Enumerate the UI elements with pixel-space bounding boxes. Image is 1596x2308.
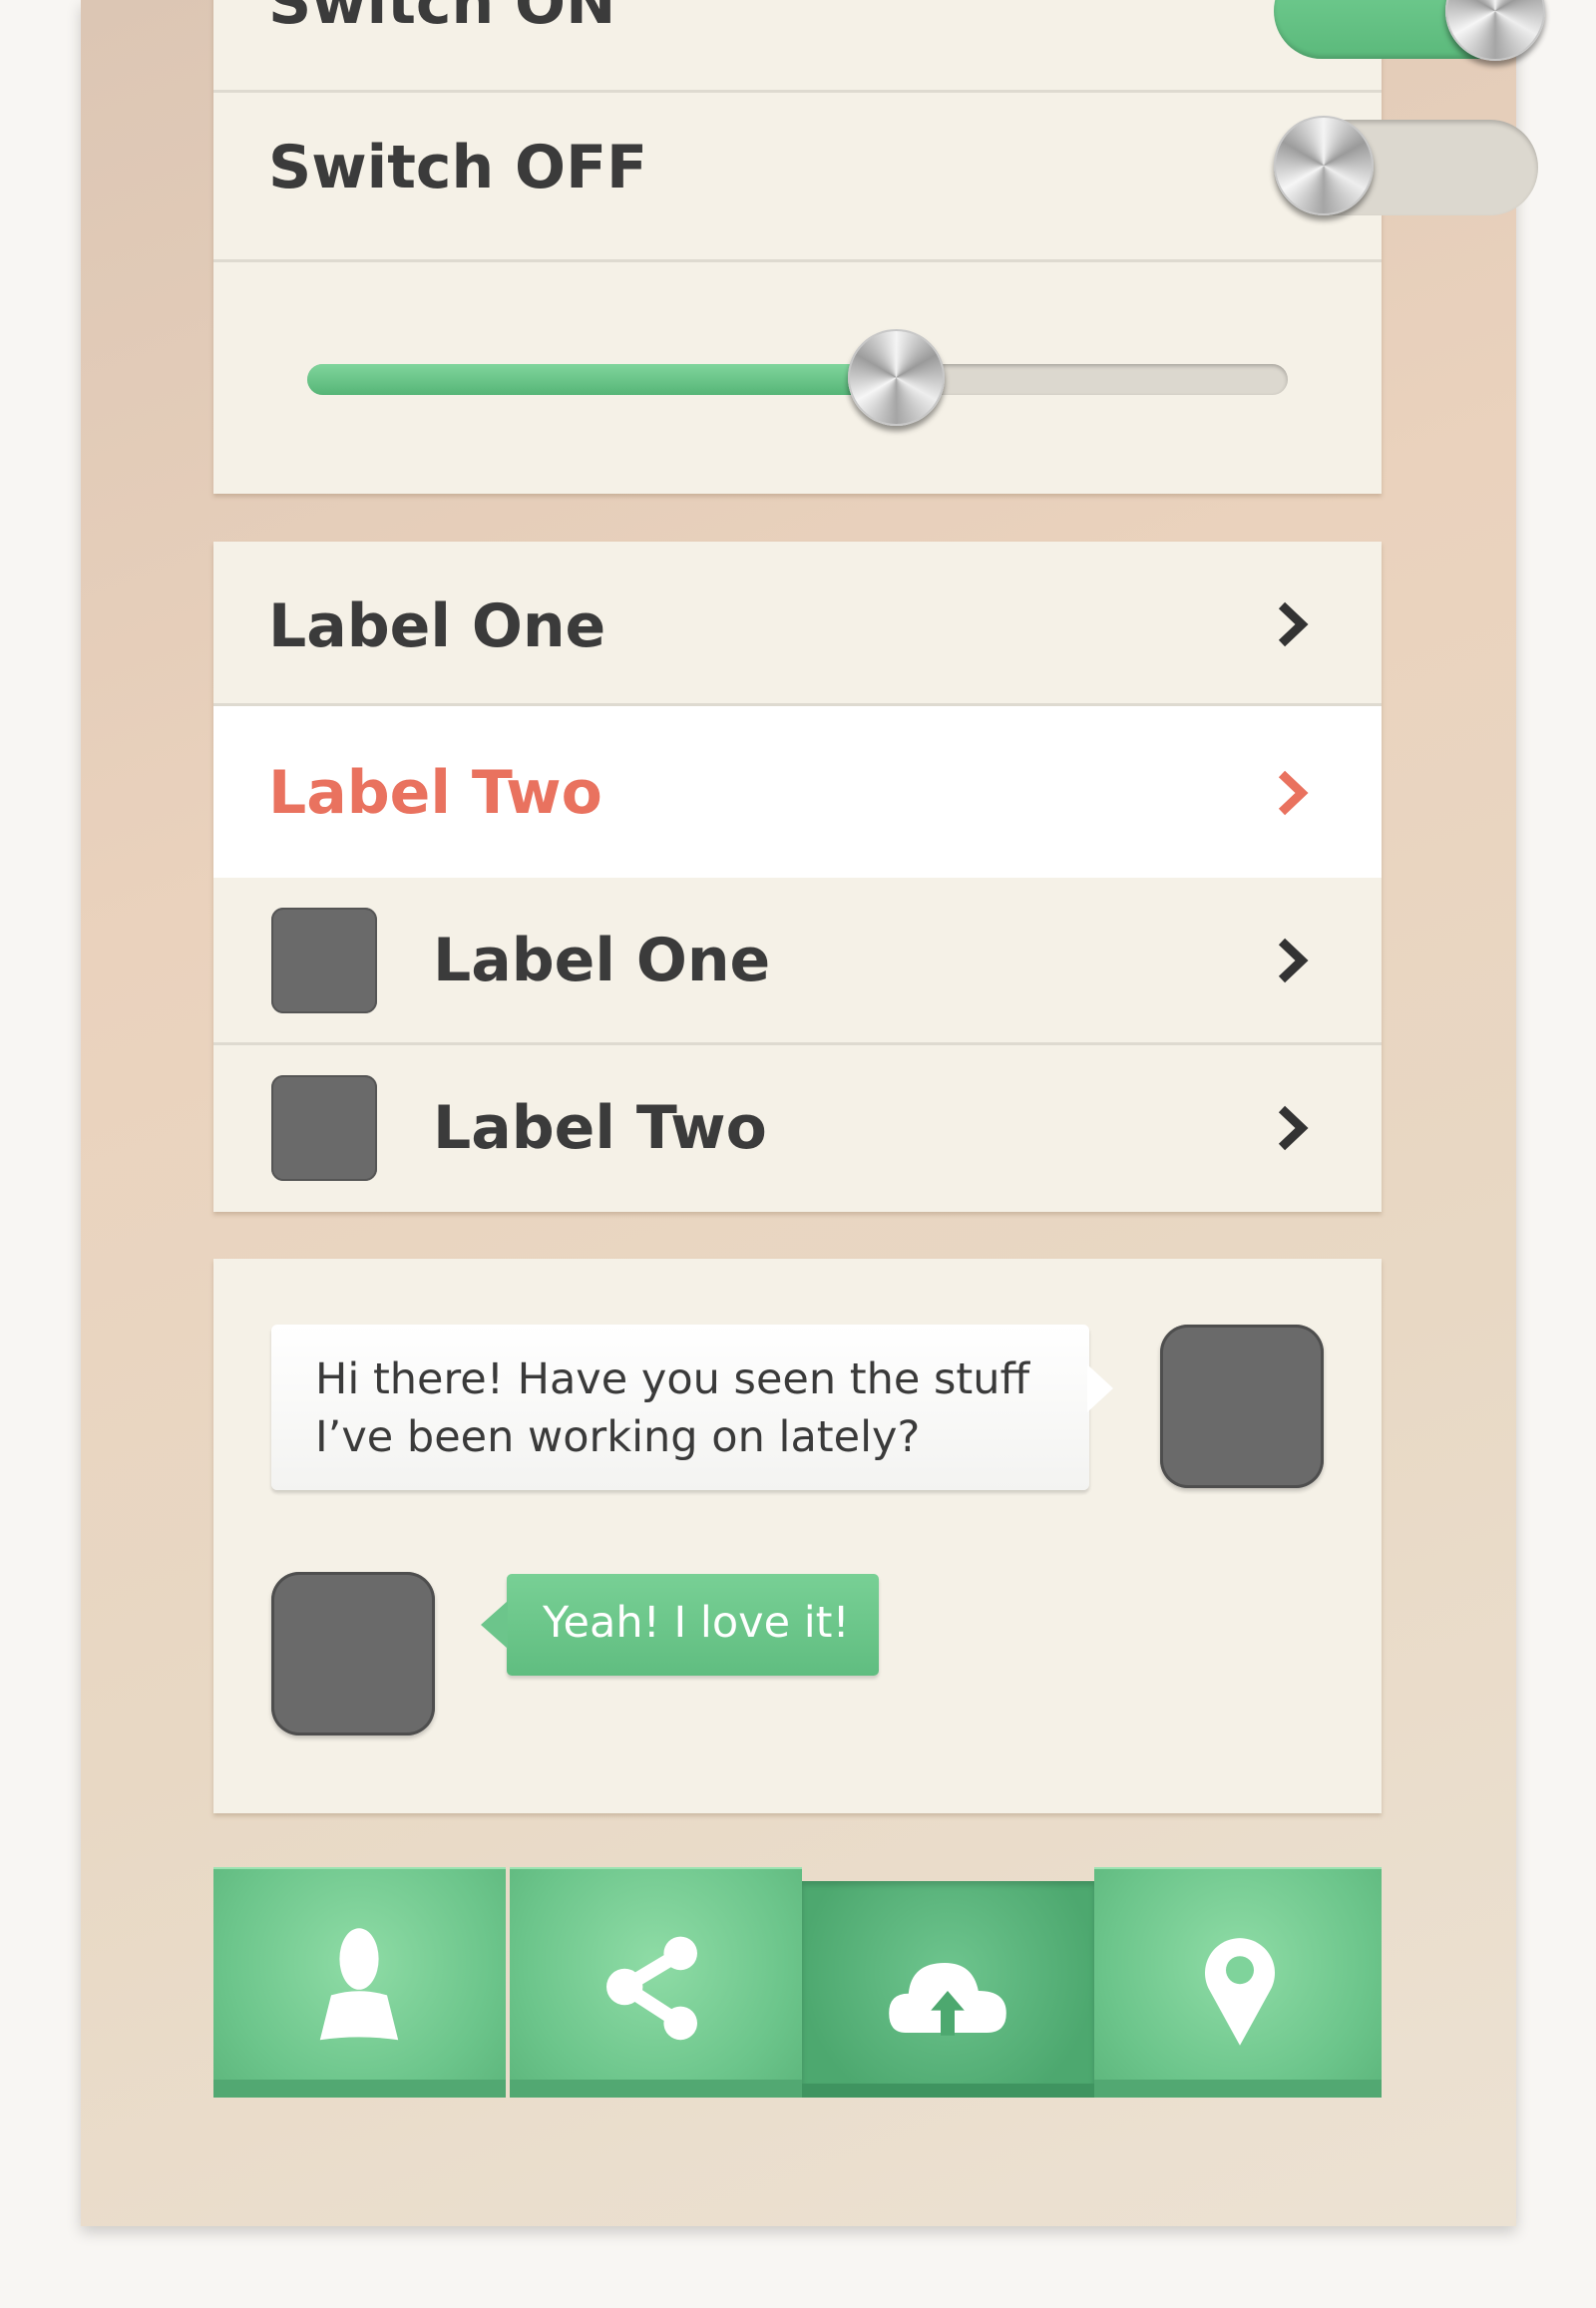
thumbnail (271, 908, 377, 1013)
chat-card: Hi there! Have you seen the stuff I’ve b… (213, 1259, 1382, 1813)
switch-on-toggle[interactable] (1274, 0, 1545, 61)
location-pin-icon (1205, 1938, 1275, 2046)
tab-location[interactable] (1094, 1867, 1382, 2098)
list-item-label: Label Two (433, 1093, 767, 1163)
list-item-selected[interactable]: Label Two (213, 706, 1382, 878)
list-item[interactable]: Label Two (213, 1045, 1382, 1212)
switch-on-label: Switch ON (268, 0, 616, 38)
toggle-knob[interactable] (1274, 116, 1374, 215)
tab-upload[interactable] (802, 1881, 1094, 2098)
thumbnail (271, 1075, 377, 1181)
tab-profile[interactable] (213, 1867, 506, 2098)
switch-off-label: Switch OFF (268, 133, 648, 202)
chevron-right-icon (1278, 1105, 1309, 1151)
bubble-tail (481, 1601, 508, 1649)
toggle-knob[interactable] (1445, 0, 1545, 61)
switch-off-row: Switch OFF (213, 93, 1538, 262)
list-item[interactable]: Label One (213, 542, 1382, 706)
list-card: Label One Label Two Label One Label Two (213, 542, 1382, 1212)
chevron-right-icon (1278, 938, 1309, 983)
bubble-tail (1087, 1364, 1113, 1412)
avatar[interactable] (271, 1572, 435, 1735)
slider-knob[interactable] (847, 329, 945, 426)
incoming-message-bubble: Hi there! Have you seen the stuff I’ve b… (271, 1325, 1113, 1490)
switch-on-row: Switch ON (213, 0, 1545, 93)
slider-fill (307, 364, 896, 395)
chevron-right-icon (1278, 601, 1309, 647)
list-item-label: Label One (268, 591, 606, 661)
cloud-upload-icon (889, 1963, 1006, 2036)
list-item-label: Label Two (268, 758, 602, 828)
list-item[interactable]: Label One (213, 878, 1382, 1045)
list-item-label: Label One (433, 926, 771, 995)
message-line: Hi there! Have you seen the stuff (315, 1354, 1030, 1404)
avatar[interactable] (1160, 1325, 1324, 1488)
controls-card: Switch ON Switch OFF (213, 0, 1545, 494)
chevron-right-icon (1278, 770, 1309, 816)
switch-off-toggle[interactable] (1274, 116, 1538, 215)
share-icon (606, 1936, 697, 2041)
tab-share[interactable] (510, 1867, 802, 2098)
message-text: Yeah! I love it! (543, 1598, 850, 1648)
message-line: I’ve been working on lately? (315, 1412, 921, 1462)
user-icon (319, 1928, 399, 2041)
slider[interactable] (307, 329, 1288, 426)
outgoing-message-bubble: Yeah! I love it! (481, 1574, 879, 1676)
